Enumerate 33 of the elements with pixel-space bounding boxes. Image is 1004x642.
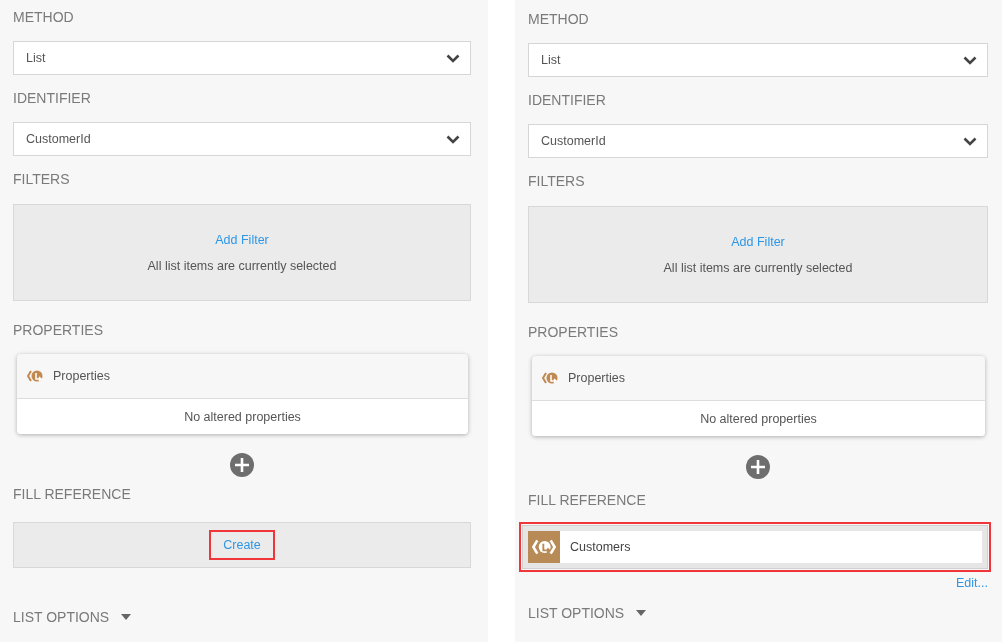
section-heading: IDENTIFIER xyxy=(13,89,92,107)
add-icon[interactable] xyxy=(746,455,770,479)
chevron-down-icon xyxy=(963,55,977,65)
card-title: Properties xyxy=(568,371,625,385)
filter-note: All list items are currently selected xyxy=(663,260,853,275)
section-heading: METHOD xyxy=(13,8,75,26)
chevron-down-icon xyxy=(446,53,460,63)
section-heading: IDENTIFIER xyxy=(528,91,607,109)
add-icon[interactable] xyxy=(230,453,254,477)
empty-message: No altered properties xyxy=(17,399,468,434)
method-dropdown[interactable]: List xyxy=(528,43,988,77)
method-dropdown[interactable]: List xyxy=(13,41,471,75)
section-heading: FILL REFERENCE xyxy=(13,485,132,503)
filter-note: All list items are currently selected xyxy=(147,258,337,273)
identifier-dropdown[interactable]: CustomerId xyxy=(13,122,471,156)
identifier-dropdown[interactable]: CustomerId xyxy=(528,124,988,158)
caret-icon[interactable] xyxy=(121,613,132,621)
section-heading: FILTERS xyxy=(528,172,586,190)
section-heading: LIST OPTIONS xyxy=(528,604,625,622)
empty-message: No altered properties xyxy=(532,401,985,436)
reference-item[interactable]: Customers xyxy=(523,526,987,568)
caret-icon[interactable] xyxy=(636,609,647,617)
section-heading: LIST OPTIONS xyxy=(13,608,110,626)
entity-icon xyxy=(27,368,45,384)
card-title: Properties xyxy=(53,369,110,383)
entity-icon xyxy=(542,370,560,386)
chevron-down-icon xyxy=(963,136,977,146)
section-heading: METHOD xyxy=(528,10,590,28)
section-heading: PROPERTIES xyxy=(13,321,104,339)
section-heading: FILTERS xyxy=(13,170,71,188)
section-heading: FILL REFERENCE xyxy=(528,491,647,509)
section-heading: PROPERTIES xyxy=(528,323,619,341)
chevron-down-icon xyxy=(446,134,460,144)
